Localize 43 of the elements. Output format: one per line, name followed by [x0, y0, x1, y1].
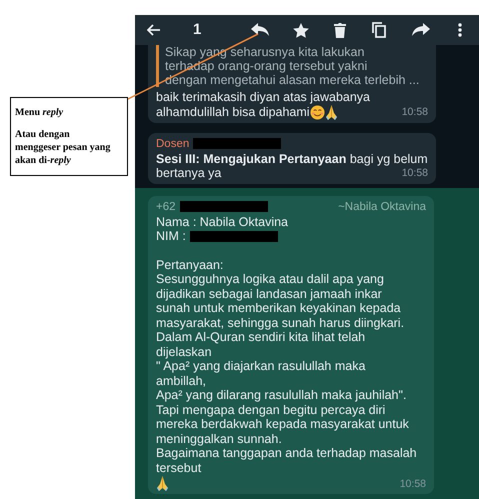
back-icon[interactable]	[147, 24, 161, 36]
message-line: Apa² yang dilarang rasulullah maka jauhilah".	[156, 388, 406, 402]
annotation-title: Menu reply	[15, 106, 64, 119]
message-line: sunah untuk memberikan keyakinan kepada	[156, 301, 401, 316]
message-time: 10:58	[402, 105, 428, 120]
message-line: Sesi III: Mengajukan Pertanyaan bagi yg belum	[156, 152, 428, 166]
message-bubble[interactable]	[148, 196, 434, 494]
message-line: bertanya ya	[156, 166, 222, 180]
message-line: ambillah,	[156, 374, 206, 388]
message-line: meninggalkan sunnah.	[156, 432, 282, 446]
sender-name: Dosen	[156, 136, 190, 150]
message-line: mereka berdakwah kepada masyarakat untuk	[156, 417, 409, 432]
message-bubble[interactable]: Dosen Sesi III: Mengajukan Pertanyaan bagi yg belum bertanya ya 10:58	[148, 132, 436, 184]
message-line: Pertanyaan:	[156, 258, 224, 272]
praying-hands-icon	[324, 104, 338, 120]
delete-icon[interactable]	[334, 22, 346, 38]
message-line: " Apa² yang diajarkan rasulullah maka	[156, 359, 366, 374]
more-icon[interactable]	[458, 23, 462, 37]
sender-display-name: ~Nabila Oktavina	[338, 200, 426, 214]
forward-icon[interactable]	[412, 23, 430, 37]
sender-name: +62	[156, 200, 176, 214]
annotation-note: Atau dengan menggeser pesan yang akan di-reply	[15, 128, 112, 167]
message-line: baik terimakasih diyan atas jawabanya	[156, 90, 370, 104]
copy-icon[interactable]	[372, 22, 386, 38]
message-line: dengan mengetahui alasan mereka terlebih ...	[165, 73, 420, 87]
message-line: Dalam Al-Quran sendiri kita lihat telah	[156, 330, 366, 344]
selected-count: 1	[193, 20, 202, 40]
message-line: masyarakat, sehingga sunah harus diingkari.	[156, 316, 404, 330]
message-line: tersebut	[156, 460, 202, 475]
message-line: dijelaskan	[156, 344, 212, 359]
message-line: Nama : Nabila Oktavina	[156, 214, 288, 229]
praying-hands-icon	[156, 476, 169, 491]
message-line: Bagaimana tanggapan anda terhadap masalah	[156, 446, 417, 460]
message-line: Sesungguhnya logika atau dalil apa yang	[156, 272, 384, 286]
message-line: NIM :	[156, 229, 186, 244]
message-time: 10:58	[400, 476, 426, 491]
reply-icon[interactable]	[251, 23, 270, 37]
message-line: Tapi mengapa dengan begitu percaya diri	[156, 402, 386, 417]
message-line: dijadikan sebagai landasan jamaah inkar	[156, 286, 382, 301]
message-line: alhamdulillah bisa dipahami	[156, 105, 310, 120]
star-icon[interactable]	[293, 22, 310, 38]
message-time: 10:58	[402, 166, 428, 180]
smiling-face-icon	[310, 104, 325, 120]
